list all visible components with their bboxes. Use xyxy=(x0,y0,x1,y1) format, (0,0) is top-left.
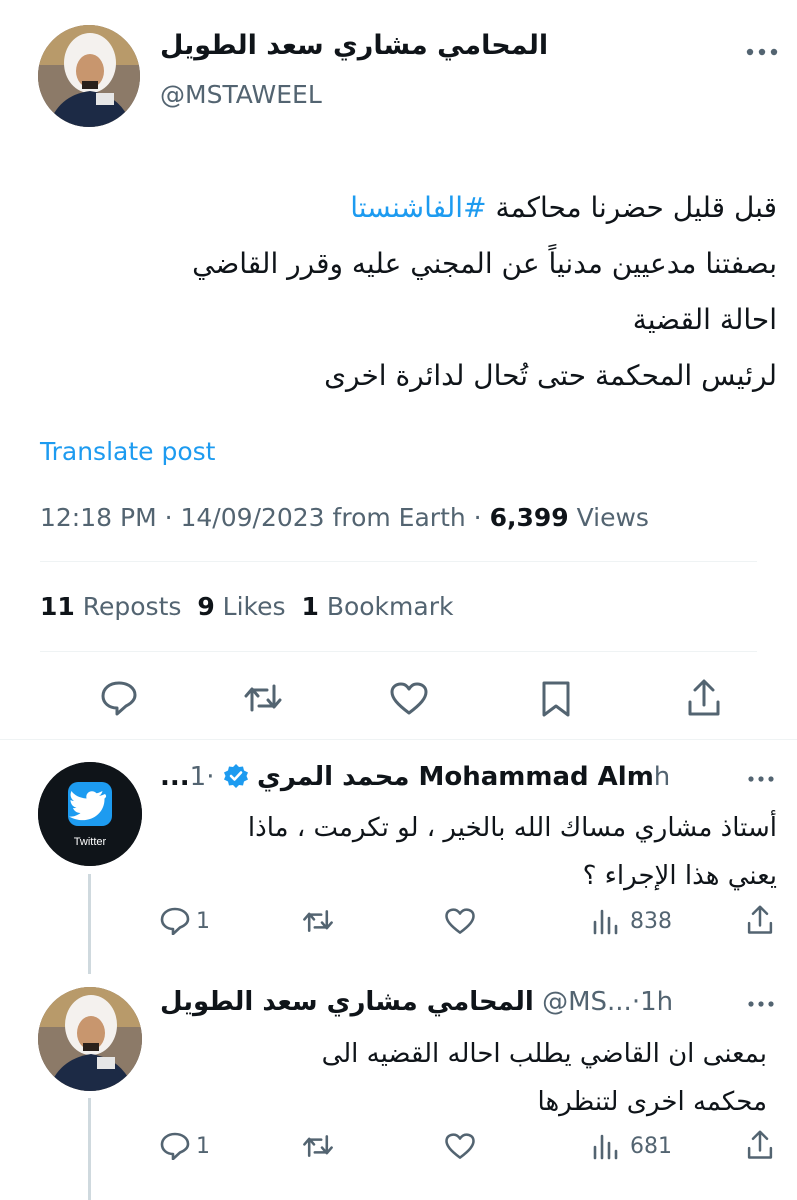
thread-line xyxy=(88,1098,91,1200)
translate-link[interactable]: Translate post xyxy=(40,437,215,466)
reply-header: المحامي مشاري سعد الطويل @MS...·1h xyxy=(160,987,730,1023)
reply-icon[interactable] xyxy=(160,907,190,935)
reply-text-line-2: يعني هذا الإجراء ؟ xyxy=(582,861,777,891)
likes-label: Likes xyxy=(222,592,286,621)
reply-text: بمعنى ان القاضي يطلب احاله القضيه الى مح… xyxy=(167,1030,767,1126)
tweet-meta: 12:18 PM · 14/09/2023 from Earth · 6,399… xyxy=(40,503,649,532)
tweet-source: from Earth xyxy=(332,503,466,532)
reply-text: أستاذ مشاري مساك الله بالخير ، لو تكرمت … xyxy=(157,804,777,900)
reply-author-name[interactable]: Mohammad Alm محمد المري xyxy=(257,762,654,792)
tweet-time[interactable]: 12:18 PM xyxy=(40,503,157,532)
reply-handle[interactable]: @MS... xyxy=(542,987,632,1017)
share-icon[interactable] xyxy=(746,904,774,936)
views-count: 838 xyxy=(630,909,672,934)
like-icon[interactable] xyxy=(389,682,429,716)
views-count: 6,399 xyxy=(489,503,569,532)
meta-separator: · xyxy=(164,503,173,532)
reposts-label: Reposts xyxy=(82,592,182,621)
reply-separator: · xyxy=(206,762,215,792)
reply-text-line-2: محكمه اخرى لتنظرها xyxy=(537,1087,767,1117)
bookmarks-count: 1 xyxy=(301,592,319,621)
reply-count: 1 xyxy=(196,909,210,934)
views-icon[interactable] xyxy=(591,907,619,935)
likes-stat[interactable]: 9 Likes xyxy=(197,592,285,621)
more-icon[interactable] xyxy=(746,774,776,784)
like-icon[interactable] xyxy=(444,1133,476,1160)
repost-icon[interactable] xyxy=(302,1133,334,1159)
tweet-body-line-3: احالة القضية xyxy=(632,303,777,336)
tweet-stats: 11 Reposts 9 Likes 1 Bookmark xyxy=(40,592,453,621)
reply-count: 1 xyxy=(196,1134,210,1159)
tweet-body-line-1: قبل قليل حضرنا محاكمة #الفاشنستا xyxy=(37,180,777,236)
repost-icon[interactable] xyxy=(302,908,334,934)
reply-text-line-1: أستاذ مشاري مساك الله بالخير ، لو تكرمت … xyxy=(247,813,777,843)
like-icon[interactable] xyxy=(444,908,476,935)
repost-icon[interactable] xyxy=(243,682,283,714)
tweet-text: قبل قليل حضرنا محاكمة xyxy=(486,191,777,224)
divider xyxy=(0,739,797,740)
reply-author-name[interactable]: المحامي مشاري سعد الطويل xyxy=(160,987,534,1017)
tweet-date[interactable]: 14/09/2023 xyxy=(181,503,325,532)
divider xyxy=(40,561,757,562)
thread-line xyxy=(88,874,91,974)
twitter-label: Twitter xyxy=(73,836,107,848)
tweet-body-line-4: لرئيس المحكمة حتى تُحال لدائرة اخرى xyxy=(324,359,777,392)
bookmark-icon[interactable] xyxy=(540,680,572,718)
divider xyxy=(40,651,757,652)
reply-time[interactable]: 1h xyxy=(640,987,673,1017)
author-name[interactable]: المحامي مشاري سعد الطويل xyxy=(160,30,560,61)
reposts-stat[interactable]: 11 Reposts xyxy=(40,592,181,621)
reply-text-line-1: بمعنى ان القاضي يطلب احاله القضيه الى xyxy=(321,1039,767,1069)
share-icon[interactable] xyxy=(686,678,722,718)
reply-avatar[interactable]: Twitter xyxy=(38,762,142,866)
reply-icon[interactable] xyxy=(160,1132,190,1160)
reply-ellipsis: ... xyxy=(160,762,190,792)
views-icon[interactable] xyxy=(591,1132,619,1160)
reply-separator: · xyxy=(631,987,641,1017)
share-icon[interactable] xyxy=(746,1129,774,1161)
verified-icon xyxy=(223,763,249,789)
more-icon[interactable] xyxy=(744,46,780,58)
hashtag-link[interactable]: #الفاشنستا xyxy=(350,191,486,224)
reply-header: ... Mohammad Alm محمد المري ·1h xyxy=(160,762,720,798)
views-count: 681 xyxy=(630,1134,672,1159)
bookmarks-stat[interactable]: 1 Bookmark xyxy=(301,592,453,621)
views-label: Views xyxy=(576,503,649,532)
tweet-body-line-2: بصفتنا مدعيين مدنياً عن المجني عليه وقرر… xyxy=(192,247,777,280)
reposts-count: 11 xyxy=(40,592,75,621)
reply-icon[interactable] xyxy=(100,680,138,716)
tweet-body: قبل قليل حضرنا محاكمة #الفاشنستا بصفتنا … xyxy=(37,180,777,404)
more-icon[interactable] xyxy=(746,999,776,1009)
bookmarks-label: Bookmark xyxy=(326,592,454,621)
author-handle[interactable]: @MSTAWEEL xyxy=(160,80,322,109)
reply-avatar[interactable] xyxy=(38,987,142,1091)
author-avatar[interactable] xyxy=(38,25,140,127)
meta-separator: · xyxy=(473,503,482,532)
likes-count: 9 xyxy=(197,592,215,621)
